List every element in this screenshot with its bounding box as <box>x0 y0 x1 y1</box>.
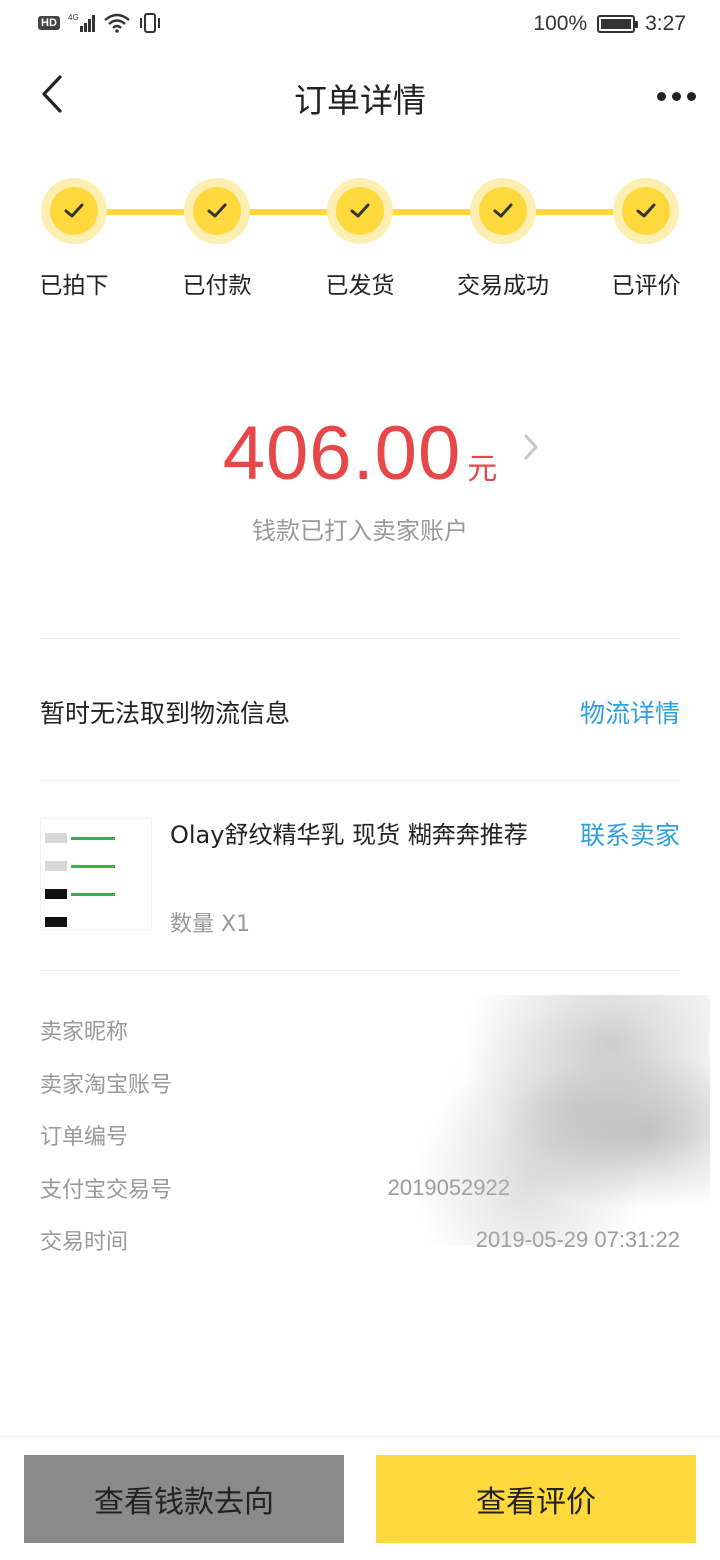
amount-subtitle: 钱款已打入卖家账户 <box>252 517 468 545</box>
more-dot-icon <box>656 91 666 101</box>
info-row-trade-time: 交易时间 2019-05-29 07:31:22 <box>40 1214 680 1267</box>
more-dot-icon <box>671 91 681 101</box>
info-row-alipay-number: 支付宝交易号 2019052922 <box>40 1162 680 1215</box>
step-label: 已付款 <box>182 273 252 299</box>
logistics-text: 暂时无法取到物流信息 <box>40 699 291 728</box>
check-icon <box>64 203 84 218</box>
info-row-seller-account: 卖家淘宝账号 <box>40 1057 680 1110</box>
step-success: 交易成功 <box>428 178 578 300</box>
contact-seller-link[interactable]: 联系卖家 <box>580 816 680 852</box>
battery-icon <box>597 15 639 33</box>
page-title: 订单详情 <box>294 81 426 120</box>
info-value: 2019-05-29 07:31:22 <box>475 1227 680 1253</box>
info-label: 卖家淘宝账号 <box>40 1072 173 1098</box>
step-shipped: 已发货 <box>285 178 435 300</box>
hd-indicator: HD <box>38 16 60 30</box>
step-paid: 已付款 <box>142 178 292 300</box>
view-money-flow-button[interactable]: 查看钱款去向 <box>24 1455 344 1543</box>
amount-unit: 元 <box>467 452 498 487</box>
chevron-right-icon <box>524 434 538 460</box>
status-left: HD 4G <box>38 12 162 34</box>
step-ordered: 已拍下 <box>0 178 149 300</box>
step-label: 已发货 <box>325 273 395 299</box>
signal-icon: 4G <box>68 13 95 32</box>
amount-value: 406.00 <box>222 411 462 496</box>
view-review-button[interactable]: 查看评价 <box>376 1455 696 1543</box>
wifi-icon <box>104 13 130 33</box>
divider <box>40 780 680 781</box>
info-value: 2019052922 <box>387 1174 510 1200</box>
step-label: 已拍下 <box>39 273 109 299</box>
step-dot <box>184 178 250 244</box>
step-label: 已评价 <box>611 273 681 299</box>
order-info: 卖家昵称 卖家淘宝账号 订单编号 支付宝交易号 2019052922 交易时间 … <box>40 1004 680 1267</box>
check-icon <box>207 203 227 218</box>
more-button[interactable] <box>654 74 698 118</box>
vibrate-icon <box>139 13 160 33</box>
product-quantity: 数量 X1 <box>170 912 251 937</box>
svg-text:4G: 4G <box>68 13 79 22</box>
product-card[interactable]: Olay舒纹精华乳 现货 糊奔奔推荐 数量 X1 联系卖家 <box>40 812 680 952</box>
product-thumbnail[interactable] <box>40 818 152 930</box>
step-dot <box>41 178 107 244</box>
bottom-action-bar: 查看钱款去向 查看评价 <box>0 1436 720 1560</box>
amount-section: 406.00 元 钱款已打入卖家账户 <box>0 410 720 546</box>
check-icon <box>636 203 656 218</box>
check-icon <box>493 203 513 218</box>
divider <box>40 970 680 971</box>
more-dot-icon <box>686 91 696 101</box>
logistics-detail-link[interactable]: 物流详情 <box>580 694 680 730</box>
logistics-row: 暂时无法取到物流信息 物流详情 <box>40 682 680 742</box>
info-label: 交易时间 <box>40 1230 129 1256</box>
status-bar: HD 4G 100% 3:27 <box>0 0 720 50</box>
battery-percent: 100% <box>533 12 588 35</box>
status-right: 100% 3:27 <box>533 12 686 36</box>
clock: 3:27 <box>645 12 686 35</box>
divider <box>40 638 680 639</box>
step-reviewed: 已评价 <box>571 178 720 300</box>
step-dot <box>327 178 393 244</box>
amount-link[interactable]: 406.00 元 <box>222 410 538 497</box>
step-dot <box>613 178 679 244</box>
info-label: 订单编号 <box>40 1125 129 1151</box>
product-title[interactable]: Olay舒纹精华乳 现货 糊奔奔推荐 <box>170 812 560 858</box>
step-dot <box>470 178 536 244</box>
header: 订单详情 <box>0 60 720 132</box>
step-label: 交易成功 <box>457 273 549 299</box>
info-row-order-number: 订单编号 <box>40 1109 680 1162</box>
info-label: 卖家昵称 <box>40 1020 129 1046</box>
info-label: 支付宝交易号 <box>40 1177 173 1203</box>
info-row-seller-nickname: 卖家昵称 <box>40 1004 680 1057</box>
check-icon <box>350 203 370 218</box>
order-progress: 已拍下 已付款 已发货 交易成功 已评价 <box>0 178 720 308</box>
